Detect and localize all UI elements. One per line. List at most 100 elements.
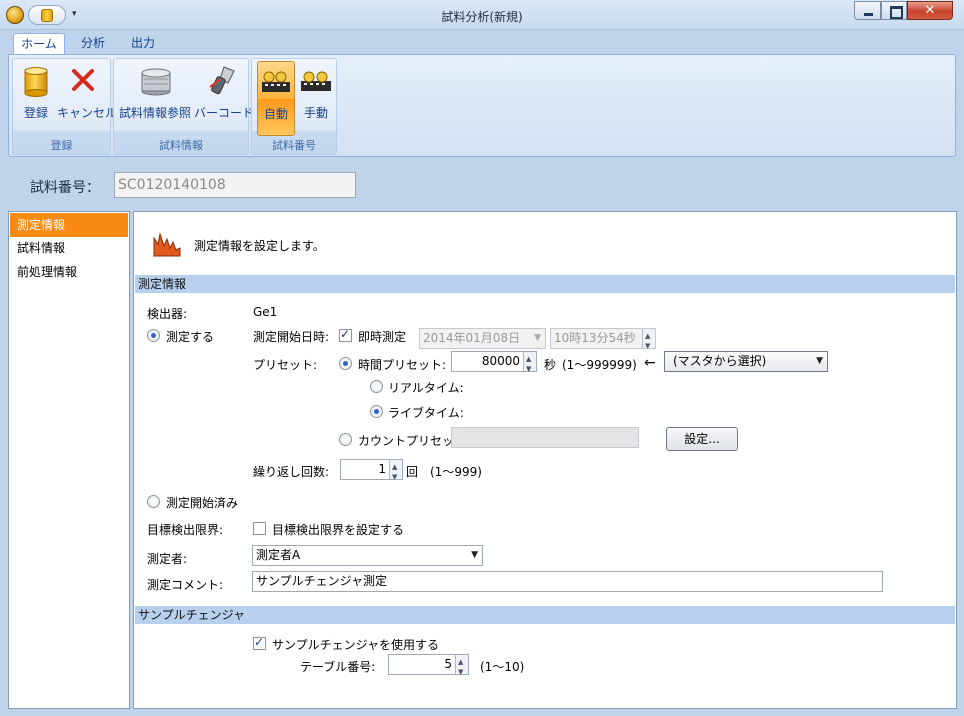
measurement-started-label: 測定開始済み bbox=[166, 496, 239, 510]
ribbon-group-register: 登録 キャンセル 登録 bbox=[12, 58, 118, 155]
ribbon-group-sample-number: 自動 手動 試料番号 bbox=[251, 58, 337, 155]
time-spin-icon[interactable] bbox=[642, 327, 655, 356]
master-select-dropdown[interactable]: (マスタから選択) ▼ bbox=[664, 351, 828, 372]
sample-changer-section-header: サンプルチェンジャ bbox=[135, 606, 955, 624]
nav-item-measurement[interactable]: 測定情報 bbox=[10, 213, 128, 237]
time-value: 10時13分54秒 bbox=[554, 331, 636, 345]
repeat-unit: 回 bbox=[406, 465, 419, 479]
detector-label: 検出器: bbox=[147, 307, 188, 321]
time-preset-radio[interactable] bbox=[339, 357, 352, 370]
sample-info-reference-label: 試料情報参照 bbox=[118, 106, 191, 120]
table-number-value: 5 bbox=[444, 657, 452, 671]
livetime-label: ライブタイム: bbox=[388, 406, 464, 420]
manual-number-button[interactable]: 手動 bbox=[297, 61, 335, 136]
repeat-range: (1〜999) bbox=[430, 465, 482, 479]
group-label-register: 登録 bbox=[50, 139, 73, 152]
table-number-input[interactable]: 5 bbox=[388, 653, 469, 682]
manual-number-icon bbox=[301, 71, 331, 91]
measurement-started-radio[interactable] bbox=[147, 495, 160, 508]
table-number-range: (1〜10) bbox=[480, 660, 525, 674]
comment-input[interactable]: サンプルチェンジャ測定 bbox=[252, 571, 883, 592]
title-bar: ▾ 試料分析(新規) ✕ bbox=[0, 0, 964, 30]
minimize-button[interactable] bbox=[854, 1, 881, 20]
barcode-label: バーコード bbox=[194, 106, 255, 120]
auto-number-label: 自動 bbox=[263, 107, 288, 121]
nav-item-preprocess[interactable]: 前処理情報 bbox=[10, 260, 128, 284]
cancel-button[interactable]: キャンセル bbox=[57, 61, 118, 136]
date-dropdown-icon: ▼ bbox=[534, 333, 541, 343]
window-title: 試料分析(新規) bbox=[441, 10, 523, 24]
date-picker[interactable]: 2014年01月08日 ▼ bbox=[419, 328, 546, 349]
operator-label: 測定者: bbox=[147, 552, 188, 566]
sample-number-field[interactable]: SC0120140108 bbox=[114, 172, 356, 198]
measurement-spectrum-icon bbox=[153, 232, 181, 257]
operator-dropdown-icon: ▼ bbox=[471, 550, 478, 560]
immediate-measure-label: 即時測定 bbox=[358, 330, 407, 344]
nav-item-sample[interactable]: 試料情報 bbox=[10, 236, 128, 260]
time-spinner[interactable]: 10時13分54秒 bbox=[550, 327, 656, 356]
register-button[interactable]: 登録 bbox=[17, 61, 55, 136]
tab-output[interactable]: 出力 bbox=[123, 33, 163, 54]
cancel-x-icon bbox=[72, 69, 94, 91]
measure-radio[interactable] bbox=[147, 329, 160, 342]
use-sample-changer-checkbox[interactable] bbox=[253, 635, 266, 650]
sample-number-label: 試料番号： bbox=[30, 180, 100, 196]
barcode-button[interactable]: バーコード bbox=[194, 61, 255, 136]
date-value: 2014年01月08日 bbox=[423, 331, 521, 345]
repeat-spin-icon[interactable] bbox=[389, 458, 402, 487]
left-nav: 測定情報 試料情報 前処理情報 bbox=[8, 211, 130, 709]
manual-number-label: 手動 bbox=[303, 106, 328, 120]
operator-value: 測定者A bbox=[256, 548, 301, 562]
start-datetime-label: 測定開始日時: bbox=[253, 330, 330, 344]
realtime-radio[interactable] bbox=[370, 380, 383, 393]
cancel-label: キャンセル bbox=[57, 106, 118, 120]
use-sample-changer-label: サンプルチェンジャを使用する bbox=[272, 638, 440, 652]
ribbon-panel: 登録 キャンセル 登録 試料情報参照 バーコード 試料情報 自動 手動 試料番号 bbox=[8, 54, 956, 157]
settings-button[interactable]: 設定... bbox=[666, 427, 738, 451]
time-preset-input[interactable]: 80000 bbox=[451, 350, 537, 379]
time-unit: 秒 bbox=[544, 358, 557, 372]
comment-label: 測定コメント: bbox=[147, 578, 224, 592]
intro-text: 測定情報を設定します。 bbox=[194, 239, 325, 253]
main-content: 測定情報を設定します。 測定情報 検出器: Ge1 測定する 測定開始日時: 即… bbox=[133, 211, 957, 709]
target-limit-label: 目標検出限界: bbox=[147, 523, 224, 537]
measurement-section-header: 測定情報 bbox=[135, 275, 955, 293]
arrow-left-icon: ← bbox=[644, 355, 656, 371]
immediate-measure-checkbox[interactable] bbox=[339, 327, 352, 342]
sample-info-reference-button[interactable]: 試料情報参照 bbox=[118, 61, 192, 136]
repeat-count-value: 1 bbox=[378, 462, 386, 476]
operator-dropdown[interactable]: 測定者A ▼ bbox=[252, 545, 483, 566]
repeat-count-input[interactable]: 1 bbox=[340, 458, 403, 487]
close-icon: ✕ bbox=[924, 3, 936, 18]
register-cylinder-icon bbox=[24, 67, 48, 97]
realtime-label: リアルタイム: bbox=[388, 381, 464, 395]
auto-number-icon bbox=[262, 71, 290, 92]
time-preset-label: 時間プリセット: bbox=[358, 358, 447, 372]
group-label-sample-number: 試料番号 bbox=[272, 139, 316, 152]
group-label-sample-info: 試料情報 bbox=[159, 139, 203, 152]
close-button[interactable]: ✕ bbox=[907, 1, 953, 20]
table-number-label: テーブル番号: bbox=[300, 660, 376, 674]
livetime-radio[interactable] bbox=[370, 405, 383, 418]
time-preset-spin-icon[interactable] bbox=[523, 350, 536, 379]
ribbon-tabs: ホーム 分析 出力 bbox=[8, 30, 956, 54]
sample-container-icon bbox=[141, 68, 171, 96]
target-limit-checkbox[interactable] bbox=[253, 522, 266, 535]
tab-analysis[interactable]: 分析 bbox=[74, 33, 112, 54]
count-preset-input[interactable] bbox=[451, 427, 639, 448]
measure-radio-label: 測定する bbox=[166, 330, 215, 344]
master-select-value: (マスタから選択) bbox=[673, 354, 767, 368]
tab-home[interactable]: ホーム bbox=[13, 33, 65, 54]
time-preset-value: 80000 bbox=[481, 354, 520, 368]
register-label: 登録 bbox=[23, 106, 48, 120]
maximize-button[interactable] bbox=[881, 1, 907, 20]
table-spin-icon[interactable] bbox=[455, 653, 468, 682]
detector-value: Ge1 bbox=[253, 305, 278, 319]
time-range: (1〜999999) bbox=[562, 358, 637, 372]
repeat-count-label: 繰り返し回数: bbox=[253, 465, 330, 479]
target-limit-checkbox-label: 目標検出限界を設定する bbox=[272, 523, 405, 537]
count-preset-radio[interactable] bbox=[339, 433, 352, 446]
preset-label: プリセット: bbox=[253, 358, 318, 372]
barcode-scanner-icon bbox=[209, 66, 235, 95]
auto-number-button[interactable]: 自動 bbox=[257, 61, 295, 136]
